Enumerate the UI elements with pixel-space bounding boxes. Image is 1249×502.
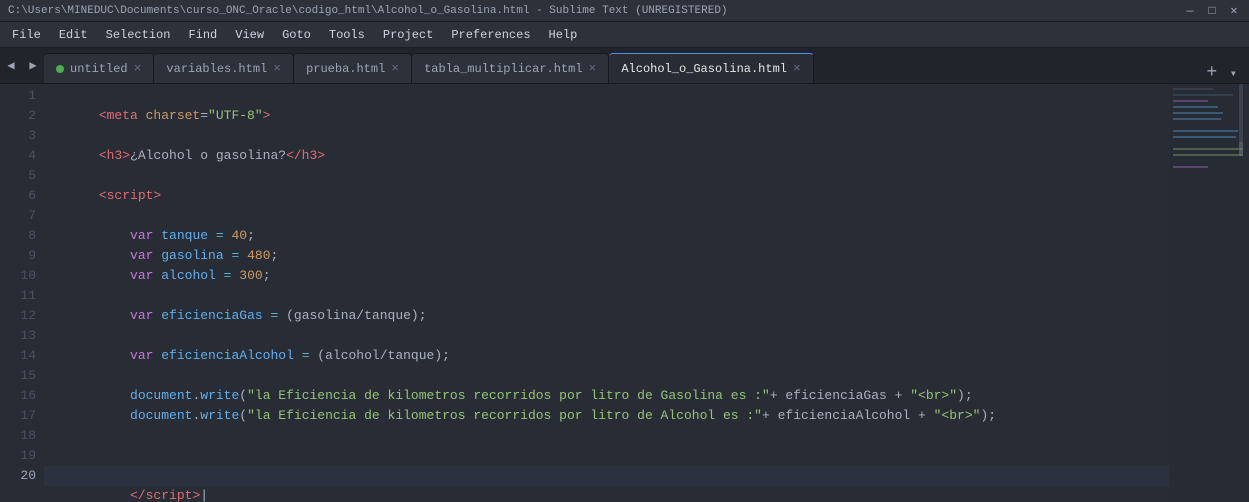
menu-help[interactable]: Help bbox=[541, 26, 586, 44]
close-button[interactable]: ✕ bbox=[1227, 4, 1241, 18]
tab-tabla-multiplicar[interactable]: tabla_multiplicar.html × bbox=[412, 53, 609, 83]
menu-project[interactable]: Project bbox=[375, 26, 441, 44]
code-line-3: <h3>¿Alcohol o gasolina?</h3> bbox=[44, 126, 1169, 146]
minimap-content bbox=[1169, 84, 1249, 502]
tabs-bar: ◀ ▶ untitled × variables.html × prueba.h… bbox=[0, 48, 1249, 84]
menu-edit[interactable]: Edit bbox=[51, 26, 96, 44]
line-num-1: 1 bbox=[0, 86, 36, 106]
tabs-list-button[interactable]: ▾ bbox=[1226, 64, 1241, 83]
menu-goto[interactable]: Goto bbox=[274, 26, 319, 44]
code-line-18 bbox=[44, 426, 1169, 446]
code-line-15: document.write("la Eficiencia de kilomet… bbox=[44, 366, 1169, 386]
tab-next-button[interactable]: ▶ bbox=[22, 48, 44, 83]
code-line-11: var eficienciaGas = (gasolina/tanque); bbox=[44, 286, 1169, 306]
tab-prueba[interactable]: prueba.html × bbox=[294, 53, 412, 83]
tab-alcohol[interactable]: Alcohol_o_Gasolina.html × bbox=[609, 53, 813, 83]
tab-prev-button[interactable]: ◀ bbox=[0, 48, 22, 83]
menu-preferences[interactable]: Preferences bbox=[443, 26, 538, 44]
menu-view[interactable]: View bbox=[227, 26, 272, 44]
tab-variables-label: variables.html bbox=[166, 62, 267, 76]
line-num-14: 14 bbox=[0, 346, 36, 366]
line-num-12: 12 bbox=[0, 306, 36, 326]
line-num-18: 18 bbox=[0, 426, 36, 446]
line-num-7: 7 bbox=[0, 206, 36, 226]
line-num-4: 4 bbox=[0, 146, 36, 166]
menu-selection[interactable]: Selection bbox=[98, 26, 179, 44]
line-numbers: 1 2 3 4 5 6 7 8 9 10 11 12 13 14 15 16 1… bbox=[0, 84, 44, 502]
code-line-19 bbox=[44, 446, 1169, 466]
minimize-button[interactable]: — bbox=[1183, 4, 1197, 18]
tab-variables-close[interactable]: × bbox=[273, 62, 281, 75]
tab-untitled-label: untitled bbox=[70, 62, 128, 76]
tab-prueba-close[interactable]: × bbox=[391, 62, 399, 75]
line-num-5: 5 bbox=[0, 166, 36, 186]
tab-untitled-close[interactable]: × bbox=[134, 62, 142, 75]
line-num-20: 20 bbox=[0, 466, 36, 486]
line-num-2: 2 bbox=[0, 106, 36, 126]
line-num-16: 16 bbox=[0, 386, 36, 406]
line-num-3: 3 bbox=[0, 126, 36, 146]
code-line-5: <script> bbox=[44, 166, 1169, 186]
code-line-20: </script>| bbox=[44, 466, 1169, 486]
code-line-6 bbox=[44, 186, 1169, 206]
maximize-button[interactable]: □ bbox=[1205, 4, 1219, 18]
tab-alcohol-close[interactable]: × bbox=[793, 62, 801, 75]
menu-file[interactable]: File bbox=[4, 26, 49, 44]
tabs-right-controls: + ▾ bbox=[1202, 63, 1249, 83]
editor-area: 1 2 3 4 5 6 7 8 9 10 11 12 13 14 15 16 1… bbox=[0, 84, 1249, 502]
menu-bar: File Edit Selection Find View Goto Tools… bbox=[0, 22, 1249, 48]
tab-variables[interactable]: variables.html × bbox=[154, 53, 294, 83]
line-num-19: 19 bbox=[0, 446, 36, 466]
line-num-15: 15 bbox=[0, 366, 36, 386]
code-line-1: <meta charset="UTF-8"> bbox=[44, 86, 1169, 106]
tab-modified-dot bbox=[56, 65, 64, 73]
title-path: C:\Users\MINEDUC\Documents\curso_ONC_Ora… bbox=[8, 5, 1183, 17]
code-line-13: var eficienciaAlcohol = (alcohol/tanque)… bbox=[44, 326, 1169, 346]
tab-tabla-multiplicar-label: tabla_multiplicar.html bbox=[424, 62, 582, 76]
window-controls[interactable]: — □ ✕ bbox=[1183, 4, 1241, 18]
title-bar: C:\Users\MINEDUC\Documents\curso_ONC_Ora… bbox=[0, 0, 1249, 22]
line-num-6: 6 bbox=[0, 186, 36, 206]
menu-tools[interactable]: Tools bbox=[321, 26, 373, 44]
line-num-9: 9 bbox=[0, 246, 36, 266]
tab-tabla-multiplicar-close[interactable]: × bbox=[589, 62, 597, 75]
line-num-8: 8 bbox=[0, 226, 36, 246]
tab-add-button[interactable]: + bbox=[1202, 63, 1222, 83]
code-area[interactable]: <meta charset="UTF-8"> <h3>¿Alcohol o ga… bbox=[44, 84, 1169, 502]
code-line-7: var tanque = 40; bbox=[44, 206, 1169, 226]
tab-prueba-label: prueba.html bbox=[306, 62, 385, 76]
line-num-11: 11 bbox=[0, 286, 36, 306]
tab-untitled[interactable]: untitled × bbox=[44, 53, 154, 83]
line-num-13: 13 bbox=[0, 326, 36, 346]
menu-find[interactable]: Find bbox=[180, 26, 225, 44]
minimap bbox=[1169, 84, 1249, 502]
tab-alcohol-label: Alcohol_o_Gasolina.html bbox=[621, 62, 787, 76]
line-num-10: 10 bbox=[0, 266, 36, 286]
line-num-17: 17 bbox=[0, 406, 36, 426]
